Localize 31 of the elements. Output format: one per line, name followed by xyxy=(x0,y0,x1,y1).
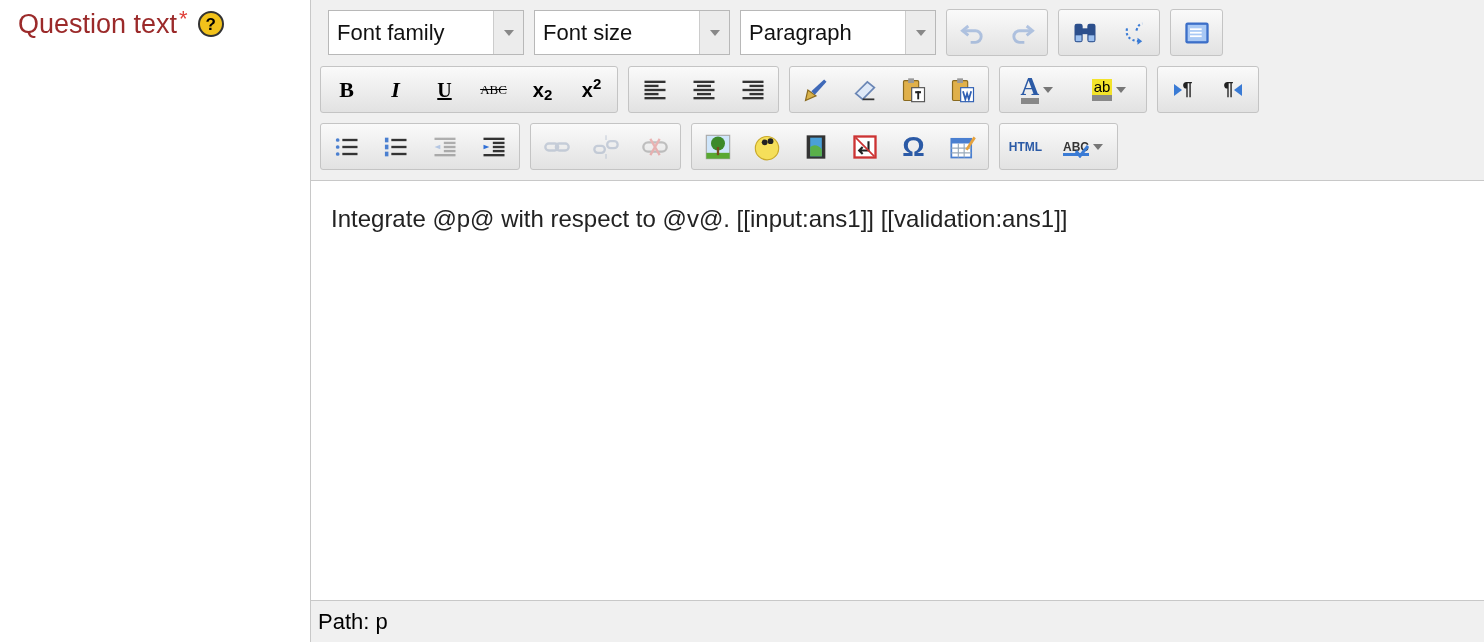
caret-icon xyxy=(503,29,514,36)
required-mark: * xyxy=(179,6,188,32)
strikethrough-button[interactable]: ABC xyxy=(469,67,518,112)
right-to-left-button[interactable]: ¶ xyxy=(1208,67,1257,112)
text-color-button[interactable]: A xyxy=(1001,67,1073,112)
html-source-button[interactable]: HTML xyxy=(1001,124,1050,169)
caret-icon xyxy=(1043,86,1054,93)
special-character-button[interactable]: Ω xyxy=(889,124,938,169)
arrow-icon xyxy=(1174,83,1183,96)
page-break-icon xyxy=(850,132,879,161)
caret-icon xyxy=(1093,143,1103,150)
status-path: Path: p xyxy=(318,608,388,636)
caret-icon xyxy=(709,29,720,36)
broken-link-icon xyxy=(591,132,620,161)
underline-button[interactable]: U xyxy=(420,67,469,112)
arrow-icon xyxy=(1233,83,1242,96)
superscript-button[interactable]: x$^{2}$ xyxy=(567,67,616,112)
left-to-right-button[interactable]: ¶ xyxy=(1159,67,1208,112)
bold-button[interactable]: B xyxy=(322,67,371,112)
caret-icon xyxy=(1116,86,1127,93)
caret-icon xyxy=(915,29,926,36)
dropdown[interactable]: Font family xyxy=(328,10,524,55)
italic-button[interactable]: I xyxy=(371,67,420,112)
subscript-button[interactable]: x$_{2}$ xyxy=(518,67,567,112)
tree-image-icon xyxy=(703,132,732,161)
dropdown[interactable]: Font size xyxy=(534,10,730,55)
field-label: Question text xyxy=(18,8,178,41)
highlight-color-button[interactable]: ab xyxy=(1073,67,1145,112)
dropdown[interactable]: Paragraph xyxy=(740,10,936,55)
help-button[interactable]: ? xyxy=(197,11,224,37)
editor-text: Integrate @p@ with respect to @v@. [[input:ans1]] [[validation:ans1]] xyxy=(331,204,1069,234)
